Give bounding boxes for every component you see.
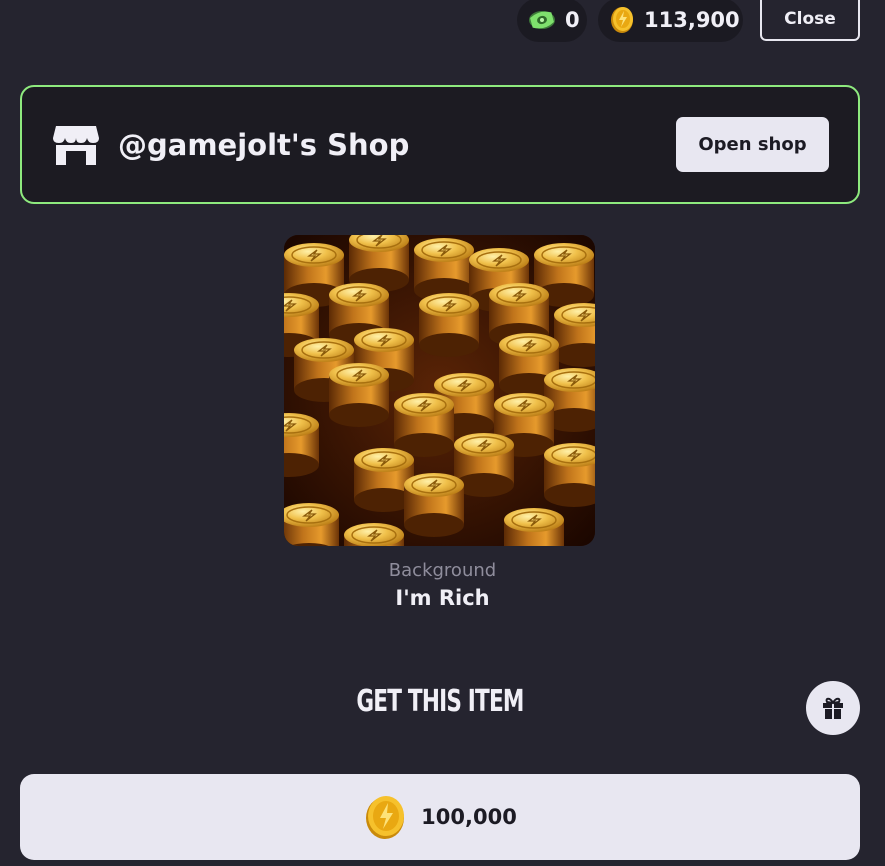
price-value: 100,000 <box>421 805 517 829</box>
item-type-label: Background <box>388 560 497 581</box>
shop-card: @gamejolt's Shop Open shop <box>20 85 860 204</box>
cash-balance: 0 <box>517 0 587 42</box>
shop-item-page: 0 113,900 Close @gamejolt's Shop Open sh… <box>0 0 885 866</box>
coin-value: 113,900 <box>644 8 740 32</box>
gift-icon <box>821 696 845 720</box>
item-name: I'm Rich <box>395 586 490 610</box>
shop-title: @gamejolt's Shop <box>118 128 410 162</box>
open-shop-button[interactable]: Open shop <box>676 117 829 172</box>
cash-icon <box>527 7 557 33</box>
gold-coins-image <box>284 235 595 546</box>
gift-button[interactable] <box>806 681 860 735</box>
buy-button[interactable]: 100,000 <box>20 774 860 860</box>
coin-icon <box>363 793 407 841</box>
coin-balance: 113,900 <box>598 0 743 42</box>
cash-value: 0 <box>565 8 580 32</box>
item-image <box>284 235 595 546</box>
coin-icon <box>608 5 636 35</box>
get-item-heading: GET THIS ITEM <box>356 684 524 719</box>
shop-icon <box>52 123 100 167</box>
close-button[interactable]: Close <box>760 0 860 41</box>
